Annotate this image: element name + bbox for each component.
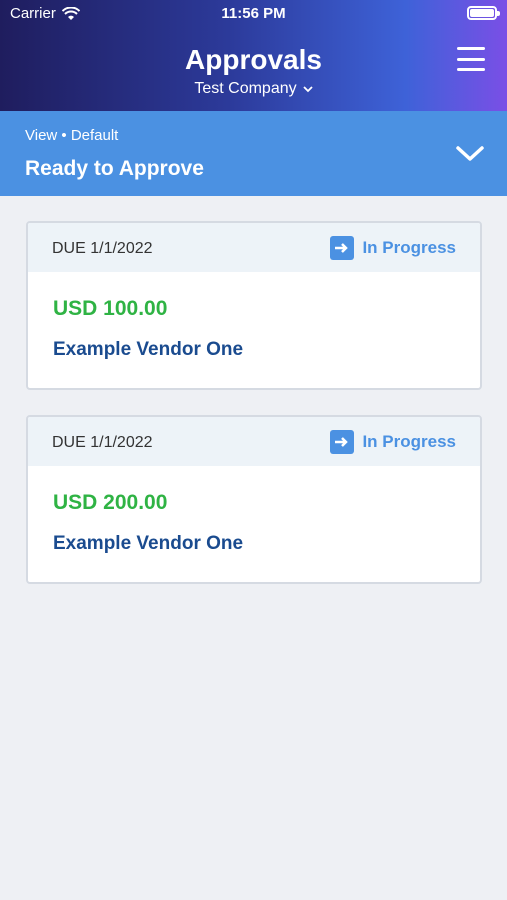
status-bar: Carrier 11:56 PM bbox=[0, 0, 507, 28]
status-badge: In Progress bbox=[330, 236, 456, 260]
page-title: Approvals bbox=[185, 44, 322, 75]
arrow-right-icon bbox=[330, 236, 355, 260]
vendor-name: Example Vendor One bbox=[53, 533, 244, 554]
chevron-down-icon bbox=[302, 85, 313, 92]
company-switcher[interactable]: Test Company bbox=[0, 80, 507, 98]
card-header: DUE 1/1/2022 In Progress bbox=[28, 417, 480, 466]
due-date: DUE 1/1/2022 bbox=[52, 434, 153, 451]
clock: 11:56 PM bbox=[221, 5, 286, 22]
amount: USD 200.00 bbox=[53, 491, 168, 514]
card-header: DUE 1/1/2022 In Progress bbox=[28, 223, 480, 272]
status-label: In Progress bbox=[362, 238, 456, 257]
view-label: View • Default bbox=[25, 127, 119, 144]
arrow-right-icon bbox=[330, 430, 355, 454]
amount: USD 100.00 bbox=[53, 297, 168, 320]
app-header: Carrier 11:56 PM Approvals Test Company bbox=[0, 0, 507, 111]
vendor-name: Example Vendor One bbox=[53, 339, 244, 360]
view-name: Ready to Approve bbox=[25, 157, 204, 180]
approval-card[interactable]: DUE 1/1/2022 In Progress USD 200.00 Exam… bbox=[26, 415, 482, 584]
battery-icon bbox=[467, 6, 500, 20]
due-date: DUE 1/1/2022 bbox=[52, 240, 153, 257]
status-label: In Progress bbox=[362, 432, 456, 451]
view-selector[interactable]: View • Default Ready to Approve bbox=[0, 111, 507, 196]
company-name: Test Company bbox=[194, 80, 297, 97]
status-badge: In Progress bbox=[330, 430, 456, 454]
hamburger-menu-icon[interactable] bbox=[457, 47, 485, 71]
chevron-down-icon[interactable] bbox=[455, 143, 485, 163]
approval-card[interactable]: DUE 1/1/2022 In Progress USD 100.00 Exam… bbox=[26, 221, 482, 390]
